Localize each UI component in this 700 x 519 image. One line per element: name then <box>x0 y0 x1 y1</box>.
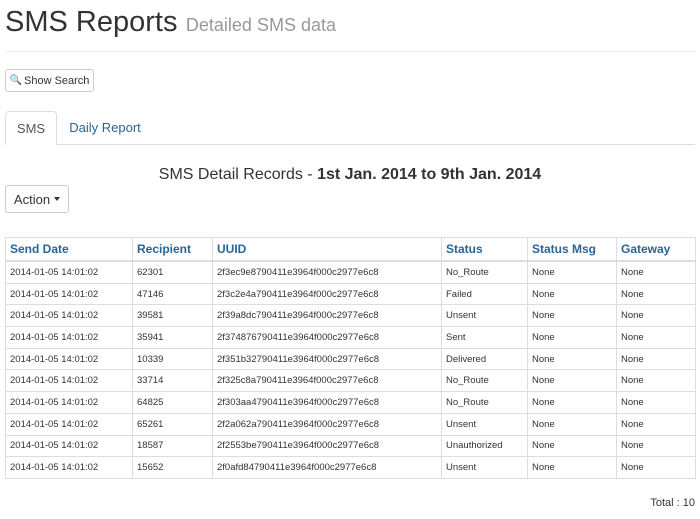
status-cell: Unauthorized <box>441 434 528 458</box>
column-header-gateway[interactable]: Gateway <box>616 237 696 262</box>
recipient-cell: 18587 <box>132 434 213 458</box>
recipient-cell: 65261 <box>132 412 213 436</box>
table-row: 2014-01-05 14:01:02 47146 2f3c2e4a790411e3… <box>5 282 696 306</box>
table-row: 2014-01-05 14:01:02 10339 2f351b32790411e3… <box>5 347 696 371</box>
search-icon: 🔍 <box>9 75 22 86</box>
status-msg-cell: None <box>527 434 617 458</box>
gateway-cell: None <box>616 434 696 458</box>
gateway-cell: None <box>616 412 696 436</box>
table-row: 2014-01-05 14:01:02 15652 2f0afd84790411e3… <box>5 456 696 479</box>
status-cell: Failed <box>441 282 528 306</box>
recipient-cell: 39581 <box>132 304 213 328</box>
page-subtitle: Detailed SMS data <box>185 15 336 35</box>
gateway-cell: None <box>616 326 696 349</box>
page-header: SMS Reports Detailed SMS data <box>5 6 695 52</box>
status-cell: No_Route <box>441 391 528 414</box>
tab-sms[interactable]: SMS <box>5 111 57 145</box>
uuid-cell: 2f303aa4790411e3964f000c2977e6c8 <box>212 391 442 414</box>
gateway-cell: None <box>616 260 696 284</box>
send-date-cell: 2014-01-05 14:01:02 <box>5 434 133 458</box>
page-title: SMS Reports <box>5 6 178 38</box>
status-cell: No_Route <box>441 369 528 393</box>
uuid-cell: 2f0afd84790411e3964f000c2977e6c8 <box>212 456 442 479</box>
send-date-cell: 2014-01-05 14:01:02 <box>5 456 133 479</box>
status-msg-cell: None <box>527 326 617 349</box>
recipient-cell: 47146 <box>132 282 213 306</box>
records-title: SMS Detail Records - 1st Jan. 2014 to 9t… <box>0 166 700 184</box>
report-tabs: SMS Daily Report <box>5 111 695 145</box>
gateway-cell: None <box>616 304 696 328</box>
table-row: 2014-01-05 14:01:02 62301 2f3ec9e8790411e3… <box>5 260 696 284</box>
show-search-label: Show Search <box>24 74 90 87</box>
gateway-cell: None <box>616 456 696 479</box>
status-cell: No_Route <box>441 260 528 284</box>
send-date-cell: 2014-01-05 14:01:02 <box>5 347 133 371</box>
table-body: 2014-01-05 14:01:02 62301 2f3ec9e8790411e3… <box>5 260 696 479</box>
uuid-cell: 2f325c8a790411e3964f000c2977e6c8 <box>212 369 442 393</box>
send-date-cell: 2014-01-05 14:01:02 <box>5 304 133 328</box>
send-date-cell: 2014-01-05 14:01:02 <box>5 282 133 306</box>
uuid-cell: 2f39a8dc790411e3964f000c2977e6c8 <box>212 304 442 328</box>
caret-down-icon <box>54 197 61 201</box>
recipient-cell: 64825 <box>132 391 213 414</box>
status-cell: Unsent <box>441 304 528 328</box>
send-date-cell: 2014-01-05 14:01:02 <box>5 391 133 414</box>
tab-daily-report[interactable]: Daily Report <box>61 111 149 144</box>
gateway-cell: None <box>616 391 696 414</box>
table-header-row: Send Date Recipient UUID Status Status M… <box>5 237 696 262</box>
status-msg-cell: None <box>527 347 617 371</box>
status-msg-cell: None <box>527 412 617 436</box>
table-row: 2014-01-05 14:01:02 39581 2f39a8dc790411e3… <box>5 304 696 328</box>
recipient-cell: 10339 <box>132 347 213 371</box>
uuid-cell: 2f351b32790411e3964f000c2977e6c8 <box>212 347 442 371</box>
action-dropdown-button[interactable]: Action <box>5 185 69 213</box>
column-header-status[interactable]: Status <box>441 237 528 262</box>
table-row: 2014-01-05 14:01:02 33714 2f325c8a790411e3… <box>5 369 696 393</box>
gateway-cell: None <box>616 347 696 371</box>
gateway-cell: None <box>616 369 696 393</box>
send-date-cell: 2014-01-05 14:01:02 <box>5 326 133 349</box>
sms-records-table: Send Date Recipient UUID Status Status M… <box>5 237 696 479</box>
status-msg-cell: None <box>527 282 617 306</box>
uuid-cell: 2f3c2e4a790411e3964f000c2977e6c8 <box>212 282 442 306</box>
status-cell: Unsent <box>441 412 528 436</box>
status-msg-cell: None <box>527 391 617 414</box>
status-cell: Delivered <box>441 347 528 371</box>
recipient-cell: 15652 <box>132 456 213 479</box>
uuid-cell: 2f3ec9e8790411e3964f000c2977e6c8 <box>212 260 442 284</box>
table-row: 2014-01-05 14:01:02 64825 2f303aa4790411e3… <box>5 391 696 414</box>
table-row: 2014-01-05 14:01:02 35941 2f374876790411e3… <box>5 326 696 349</box>
send-date-cell: 2014-01-05 14:01:02 <box>5 260 133 284</box>
status-msg-cell: None <box>527 369 617 393</box>
recipient-cell: 35941 <box>132 326 213 349</box>
recipient-cell: 33714 <box>132 369 213 393</box>
total-count: Total : 10 <box>650 497 695 509</box>
send-date-cell: 2014-01-05 14:01:02 <box>5 369 133 393</box>
status-cell: Sent <box>441 326 528 349</box>
uuid-cell: 2f2a062a790411e3964f000c2977e6c8 <box>212 412 442 436</box>
status-msg-cell: None <box>527 456 617 479</box>
status-msg-cell: None <box>527 260 617 284</box>
recipient-cell: 62301 <box>132 260 213 284</box>
column-header-recipient[interactable]: Recipient <box>132 237 213 262</box>
show-search-button[interactable]: 🔍 Show Search <box>5 69 94 92</box>
status-msg-cell: None <box>527 304 617 328</box>
table-row: 2014-01-05 14:01:02 65261 2f2a062a790411e3… <box>5 412 696 436</box>
send-date-cell: 2014-01-05 14:01:02 <box>5 412 133 436</box>
column-header-uuid[interactable]: UUID <box>212 237 442 262</box>
column-header-status-msg[interactable]: Status Msg <box>527 237 617 262</box>
table-row: 2014-01-05 14:01:02 18587 2f2553be790411e3… <box>5 434 696 458</box>
records-date-range: 1st Jan. 2014 to 9th Jan. 2014 <box>317 166 542 183</box>
uuid-cell: 2f2553be790411e3964f000c2977e6c8 <box>212 434 442 458</box>
records-title-prefix: SMS Detail Records - <box>158 166 318 183</box>
uuid-cell: 2f374876790411e3964f000c2977e6c8 <box>212 326 442 349</box>
action-label: Action <box>13 191 51 207</box>
column-header-send-date[interactable]: Send Date <box>5 237 133 262</box>
status-cell: Unsent <box>441 456 528 479</box>
gateway-cell: None <box>616 282 696 306</box>
